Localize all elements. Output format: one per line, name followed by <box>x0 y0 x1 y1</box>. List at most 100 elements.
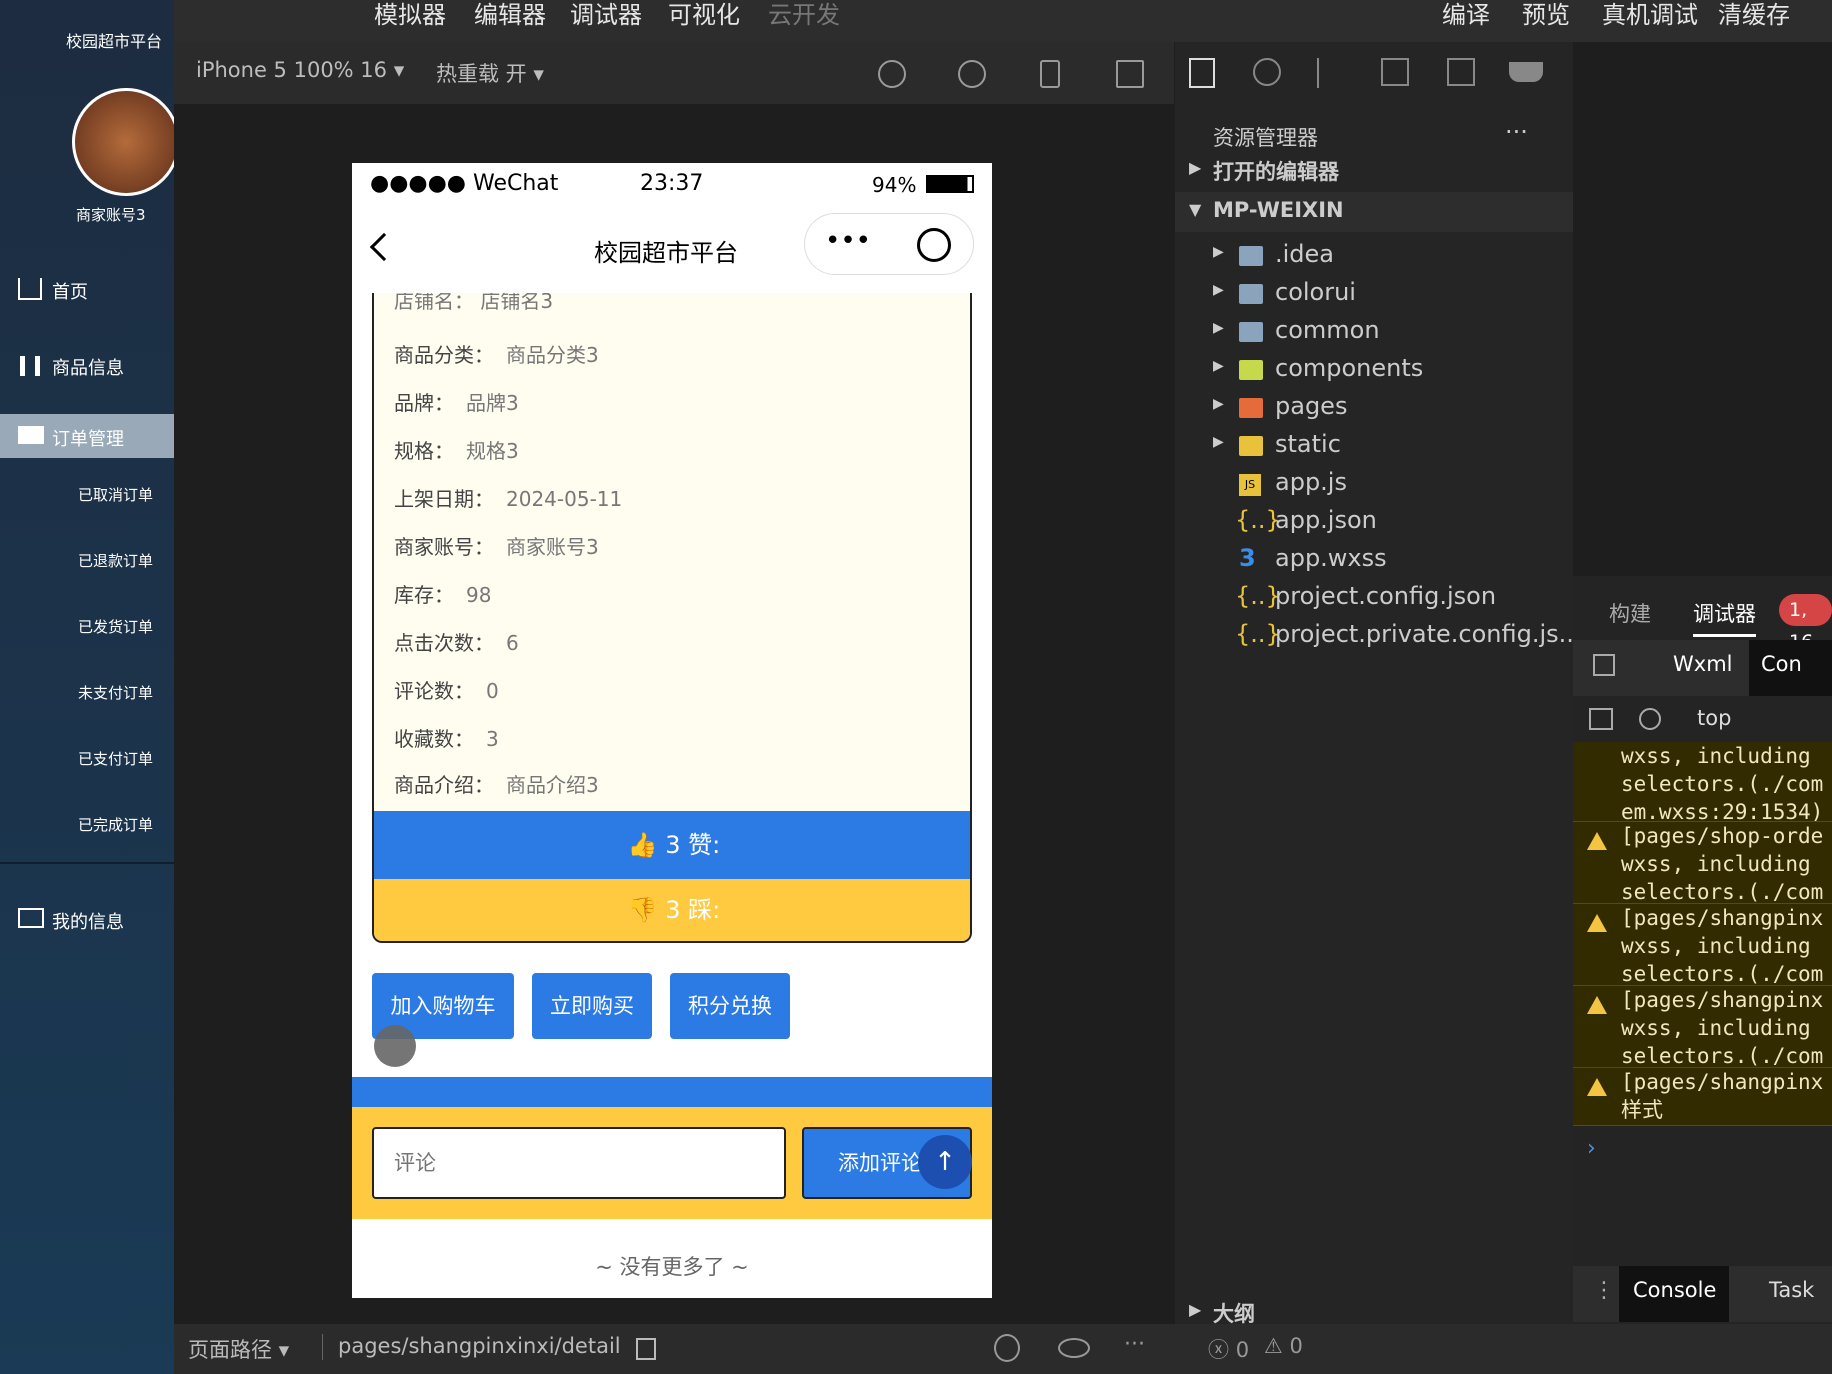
drawer-menu-icon[interactable]: ⋮ <box>1593 1278 1615 1303</box>
dislike-button[interactable]: 👎 3 踩: <box>374 879 970 941</box>
tree-item-static[interactable]: ▶ static <box>1175 428 1573 466</box>
menu-editor[interactable]: 编辑器 <box>474 0 546 34</box>
extensions-icon[interactable] <box>1381 58 1409 86</box>
menu-cloud[interactable]: 云开发 <box>768 0 840 34</box>
window-icon[interactable] <box>1116 60 1144 88</box>
avatar[interactable] <box>72 88 180 196</box>
buy-now-button[interactable]: 立即购买 <box>532 973 652 1039</box>
menu-debugger[interactable]: 调试器 <box>570 0 642 34</box>
blue-strip <box>352 1077 992 1107</box>
detail-row-brand: 品牌： 品牌3 <box>394 391 519 415</box>
tree-item-colorui[interactable]: ▶ colorui <box>1175 276 1573 314</box>
admin-sidebar: 校园超市平台 商家账号3 首页 商品信息 订单管理 已取消订单 已退款订单 已发… <box>0 0 180 1374</box>
bar-chart-icon <box>20 356 40 376</box>
save-icon[interactable] <box>1447 58 1475 86</box>
close-capsule-icon[interactable] <box>917 228 951 262</box>
capsule-menu[interactable]: ••• <box>804 213 974 275</box>
device-select[interactable]: iPhone 5 100% 16 ▾ <box>196 58 404 82</box>
more-dots-icon[interactable]: ••• <box>825 226 871 256</box>
components-folder-icon <box>1239 360 1263 380</box>
sidebar-toggle-icon[interactable] <box>1589 708 1613 730</box>
refresh-icon[interactable] <box>878 60 906 88</box>
nav-home[interactable]: 首页 <box>18 276 158 306</box>
nav-shipped[interactable]: 已发货订单 <box>78 616 153 637</box>
top-menu: 模拟器 编辑器 调试器 可视化 云开发 编译 预览 真机调试 清缓存 <box>174 0 1832 42</box>
chevron-right-icon: ▶ <box>1189 1300 1202 1319</box>
chevron-down-icon: ▼ <box>1189 200 1202 219</box>
remote-debug-button[interactable]: 真机调试 <box>1602 0 1698 34</box>
tree-item-idea[interactable]: ▶ .idea <box>1175 238 1573 276</box>
menu-visual[interactable]: 可视化 <box>668 0 740 34</box>
bug-icon[interactable] <box>994 1334 1020 1362</box>
like-button[interactable]: 👍 3 赞: <box>374 811 970 879</box>
clear-cache-button[interactable]: 清缓存 <box>1718 0 1790 34</box>
nav-unpaid[interactable]: 未支付订单 <box>78 682 153 703</box>
tab-debugger[interactable]: 调试器 <box>1693 598 1756 637</box>
context-select[interactable]: top <box>1697 706 1731 730</box>
nav-paid[interactable]: 已支付订单 <box>78 748 153 769</box>
detail-row-clicks: 点击次数： 6 <box>394 631 519 655</box>
git-icon[interactable] <box>1317 58 1343 88</box>
folder-icon <box>1239 284 1263 304</box>
nav-refunded[interactable]: 已退款订单 <box>78 550 153 571</box>
chevron-right-icon: ▶ <box>1213 358 1224 374</box>
more-icon[interactable]: ··· <box>1124 1332 1145 1357</box>
drawer-tab-task[interactable]: Task <box>1769 1278 1814 1302</box>
tree-item-project-config[interactable]: {..} project.config.json <box>1175 580 1573 618</box>
nav-cancelled[interactable]: 已取消订单 <box>78 484 153 505</box>
copy-icon[interactable] <box>636 1338 656 1360</box>
hot-reload-select[interactable]: 热重载 开 ▾ <box>436 58 544 88</box>
tab-wxml[interactable]: Wxml <box>1673 652 1732 676</box>
tree-item-common[interactable]: ▶ common <box>1175 314 1573 352</box>
nav-goods[interactable]: 商品信息 <box>18 352 168 382</box>
warning-icon <box>1587 832 1607 850</box>
inspect-icon[interactable] <box>1593 654 1615 676</box>
touch-indicator <box>374 1025 416 1067</box>
no-more-text: ~ 没有更多了 ~ <box>595 1255 749 1279</box>
chevron-right-icon: ▶ <box>1189 158 1202 177</box>
open-editors-section[interactable]: ▶ 打开的编辑器 <box>1175 150 1573 190</box>
tree-item-components[interactable]: ▶ components <box>1175 352 1573 390</box>
detail-row-spec: 规格： 规格3 <box>394 439 519 463</box>
tab-build[interactable]: 构建 <box>1609 598 1651 628</box>
docker-icon[interactable] <box>1509 62 1543 82</box>
eye-icon[interactable] <box>1058 1338 1090 1358</box>
battery-icon <box>926 175 974 193</box>
points-exchange-button[interactable]: 积分兑换 <box>670 973 790 1039</box>
tree-item-app-json[interactable]: {..} app.json <box>1175 504 1573 542</box>
console-prompt-icon[interactable]: › <box>1587 1136 1596 1161</box>
back-icon[interactable] <box>369 232 399 262</box>
warning-icon <box>1587 914 1607 932</box>
compile-button[interactable]: 编译 <box>1442 0 1490 34</box>
back-to-top-icon[interactable]: ↑ <box>918 1135 972 1189</box>
console-message: [pages/shangpinx wxss, including selecto… <box>1573 904 1832 986</box>
phone-icon[interactable] <box>1040 60 1060 88</box>
nav-orders[interactable]: 订单管理 <box>0 414 174 458</box>
stop-icon[interactable] <box>958 60 986 88</box>
status-bar: 页面路径 ▾ pages/shangpinxinxi/detail ··· ⓧ … <box>174 1324 1832 1374</box>
tree-item-pages[interactable]: ▶ pages <box>1175 390 1573 428</box>
project-section[interactable]: ▼ MP-WEIXIN <box>1175 192 1573 232</box>
chevron-right-icon: ▶ <box>1213 320 1224 336</box>
menu-simulator[interactable]: 模拟器 <box>374 0 446 34</box>
tree-item-project-private-config[interactable]: {..} project.private.config.js... <box>1175 618 1582 656</box>
page-path-select[interactable]: 页面路径 ▾ <box>188 1334 289 1364</box>
nav-my-info[interactable]: 我的信息 <box>18 904 168 934</box>
page-title: 校园超市平台 <box>594 239 738 267</box>
preview-button[interactable]: 预览 <box>1522 0 1570 34</box>
search-icon[interactable] <box>1253 58 1281 86</box>
divider <box>0 862 174 864</box>
tab-console[interactable]: Con <box>1749 640 1832 696</box>
carrier: ●●●●● WeChat <box>370 171 559 196</box>
explorer-more-icon[interactable]: ··· <box>1505 118 1528 146</box>
comment-input[interactable] <box>372 1127 786 1199</box>
tree-item-app-wxss[interactable]: 3 app.wxss <box>1175 542 1573 580</box>
console-message: [pages/shangpinx wxss, including selecto… <box>1573 986 1832 1068</box>
drawer-tab-console[interactable]: Console <box>1619 1266 1729 1322</box>
tree-item-app-js[interactable]: JS app.js <box>1175 466 1573 504</box>
chevron-right-icon: ▶ <box>1213 396 1224 412</box>
nav-completed[interactable]: 已完成订单 <box>78 814 153 835</box>
files-icon[interactable] <box>1189 58 1215 88</box>
clock: 23:37 <box>640 171 704 196</box>
clear-console-icon[interactable] <box>1639 708 1661 730</box>
